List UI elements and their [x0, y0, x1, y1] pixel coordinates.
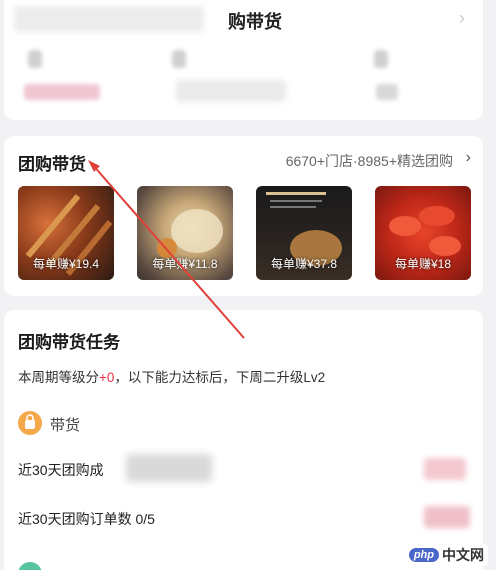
product-thumb-noodles[interactable]: 每单赚¥11.8 [137, 186, 233, 280]
bag-icon-glyph [25, 414, 35, 429]
desc-prefix: 本周期等级分 [18, 370, 99, 385]
blurred-region [24, 84, 100, 100]
group-buy-stats[interactable]: 6670+门店·8985+精选团购 [286, 151, 453, 171]
task-description: 本周期等级分+0，以下能力达标后，下周二升级Lv2 [18, 366, 325, 386]
goods-section-label: 带货 [50, 417, 81, 434]
watermark-badge: php [408, 548, 439, 562]
watermark-text: 中文网 [442, 547, 484, 563]
level-score: +0 [99, 370, 115, 385]
chevron-right-icon[interactable]: › [466, 149, 471, 167]
product-thumb-crayfish[interactable]: 每单赚¥18 [375, 186, 471, 280]
blurred-region [376, 84, 398, 100]
desc-suffix: ，以下能力达标后，下周二升级Lv2 [114, 370, 326, 385]
next-section-icon [18, 562, 42, 570]
earning-label: 每单赚¥19.4 [32, 257, 100, 271]
blurred-region [424, 506, 470, 528]
task-title: 团购带货任务 [18, 333, 120, 352]
chevron-right-icon[interactable]: › [459, 8, 465, 29]
top-card[interactable]: 购带货 › [4, 0, 483, 120]
group-buy-title: 团购带货 [18, 155, 86, 174]
blurred-region [172, 50, 186, 68]
blurred-region [374, 50, 388, 68]
group-buy-card[interactable]: 团购带货 6670+门店·8985+精选团购 › 每单赚¥19.4 每单赚¥11… [4, 136, 483, 296]
blurred-region [424, 458, 466, 480]
site-watermark: php 中文网 [404, 544, 488, 566]
bag-icon [18, 411, 42, 435]
blurred-region [14, 6, 204, 32]
task-card: 团购带货任务 本周期等级分+0，以下能力达标后，下周二升级Lv2 带货 近30天… [4, 310, 483, 570]
earning-label: 每单赚¥11.8 [152, 257, 218, 271]
blurred-region [28, 50, 42, 68]
earning-label: 每单赚¥18 [394, 257, 452, 271]
blurred-region [126, 454, 212, 482]
earning-label: 每单赚¥37.8 [270, 257, 338, 271]
blurred-region [176, 80, 286, 102]
metric-label: 近30天团购订单数 0/5 [18, 511, 155, 527]
top-card-title: 购带货 [228, 12, 282, 32]
product-thumb-skewers[interactable]: 每单赚¥19.4 [18, 186, 114, 280]
metric-label: 近30天团购成 [18, 462, 104, 478]
product-thumb-dish[interactable]: 每单赚¥37.8 [256, 186, 352, 280]
